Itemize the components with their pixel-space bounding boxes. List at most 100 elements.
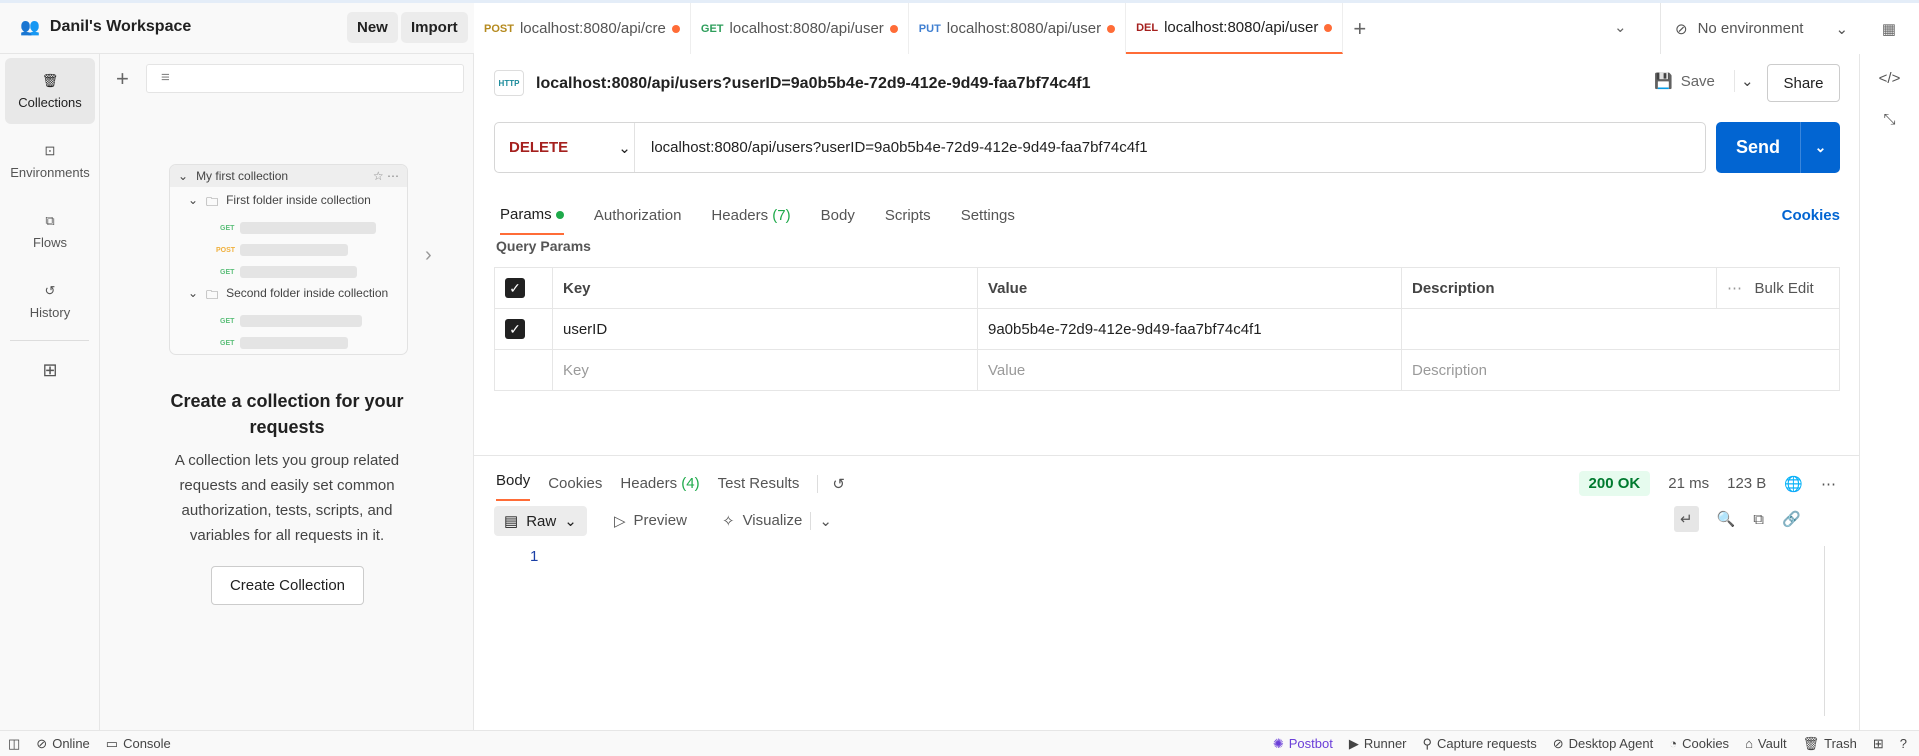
request-tabs-row: Params Authorization Headers (7) Body Sc…: [500, 196, 1840, 235]
add-plus-icon[interactable]: +: [116, 66, 129, 92]
console-button[interactable]: ▭ Console: [106, 736, 171, 752]
save-button[interactable]: 💾 Save: [1654, 72, 1715, 91]
history-icon[interactable]: ↺: [817, 474, 845, 493]
search-icon[interactable]: 🔍: [1717, 510, 1736, 528]
url-input[interactable]: localhost:8080/api/users?userID=9a0b5b4e…: [635, 139, 1148, 156]
send-button[interactable]: Send ⌄: [1716, 122, 1840, 173]
http-icon: HTTP: [494, 70, 524, 96]
scrollbar[interactable]: [1824, 546, 1825, 716]
tab-body[interactable]: Body: [821, 207, 855, 224]
chevron-down-icon: ⌄: [618, 139, 631, 157]
rail-environments[interactable]: ⊡ Environments: [5, 128, 95, 194]
row-checkbox[interactable]: ✓: [505, 319, 525, 339]
new-tab-plus-icon[interactable]: +: [1343, 3, 1376, 54]
bulk-edit-button[interactable]: ⋯ Bulk Edit: [1716, 267, 1840, 309]
filter-input[interactable]: ≡: [146, 64, 464, 93]
tab-settings[interactable]: Settings: [961, 207, 1015, 224]
layout-icon[interactable]: ⊞: [1873, 736, 1884, 752]
new-button[interactable]: New: [347, 12, 398, 43]
flows-icon: ⧉: [45, 212, 55, 228]
nav-rail: 🗑 Collections ⊡ Environments ⧉ Flows ↺ Histo…: [0, 54, 100, 730]
vault-button[interactable]: ⌂ Vault: [1745, 736, 1787, 751]
tab-test-results[interactable]: Test Results: [718, 475, 800, 492]
description-input[interactable]: Description: [1401, 349, 1840, 391]
more-options-icon[interactable]: ⋯: [1821, 475, 1836, 493]
tab-put[interactable]: PUT localhost:8080/api/user: [909, 3, 1127, 54]
save-options-chevron-icon[interactable]: ⌄: [1734, 70, 1760, 92]
sidebar: + ≡ ⌄ My first collection ☆ ⋯ ⌄ 🗀 First fold…: [100, 54, 474, 730]
tab-authorization[interactable]: Authorization: [594, 207, 682, 224]
tab-scripts[interactable]: Scripts: [885, 207, 931, 224]
copy-icon[interactable]: ⧉: [1753, 511, 1764, 528]
tab-response-cookies[interactable]: Cookies: [548, 475, 602, 492]
tab-get[interactable]: GET localhost:8080/api/user: [691, 3, 909, 54]
share-button[interactable]: Share: [1767, 64, 1840, 102]
select-all-checkbox[interactable]: ✓: [505, 278, 525, 298]
online-status[interactable]: ⊘ Online: [36, 736, 89, 752]
tab-delete[interactable]: DEL localhost:8080/api/user: [1126, 3, 1344, 54]
desktop-agent-button[interactable]: ⊘ Desktop Agent: [1553, 736, 1653, 752]
unsaved-dot: [1324, 23, 1333, 32]
save-icon: 💾: [1654, 73, 1673, 90]
send-options-chevron-icon[interactable]: ⌄: [1800, 122, 1840, 173]
users-icon: 👥: [20, 19, 40, 36]
request-name[interactable]: localhost:8080/api/users?userID=9a0b5b4e…: [536, 75, 1091, 93]
runner-button[interactable]: ▶ Runner: [1349, 736, 1407, 752]
capture-requests-button[interactable]: ⚲ Capture requests: [1423, 736, 1537, 752]
related-icon[interactable]: ⤡: [1860, 111, 1919, 128]
tab-headers[interactable]: Headers (7): [711, 207, 790, 224]
divider: [10, 340, 89, 341]
link-icon[interactable]: 🔗: [1782, 510, 1801, 528]
workspace-name[interactable]: 👥 Danil's Workspace: [20, 17, 191, 37]
method-select[interactable]: DELETE ⌄: [495, 123, 635, 172]
param-key[interactable]: userID: [552, 308, 978, 350]
trash-button[interactable]: 🗑 Trash: [1803, 736, 1857, 752]
tabs-dropdown-chevron-icon[interactable]: ⌄: [1614, 18, 1627, 36]
param-description[interactable]: [1401, 308, 1840, 350]
preview-button[interactable]: ▷ Preview: [614, 512, 687, 530]
create-collection-button[interactable]: Create Collection: [211, 566, 364, 605]
empty-state-description: A collection lets you group related requ…: [174, 452, 400, 544]
tab-post[interactable]: POST localhost:8080/api/cre: [474, 3, 691, 54]
add-apps-icon[interactable]: ⊞: [5, 347, 95, 393]
globe-icon[interactable]: 🌐: [1784, 475, 1803, 493]
environment-quick-look-icon[interactable]: ▦: [1859, 3, 1919, 54]
response-time[interactable]: 21 ms: [1668, 475, 1709, 492]
history-icon: ↺: [44, 282, 56, 298]
rail-collections[interactable]: 🗑 Collections: [5, 58, 95, 124]
table-header-row: ✓ Key Value Description ⋯ Bulk Edit: [494, 267, 1840, 309]
rail-flows[interactable]: ⧉ Flows: [5, 198, 95, 264]
rail-history[interactable]: ↺ History: [5, 268, 95, 334]
tab-response-headers[interactable]: Headers (4): [620, 475, 699, 492]
visualize-button[interactable]: ✧ Visualize ⌄: [722, 512, 832, 530]
collections-icon: 🗑: [41, 72, 59, 88]
value-input[interactable]: Value: [977, 349, 1402, 391]
postbot-button[interactable]: ✺ Postbot: [1273, 736, 1333, 752]
response-divider: [474, 455, 1859, 456]
unsaved-dot: [671, 24, 680, 33]
cookies-link[interactable]: Cookies: [1782, 207, 1840, 224]
format-select[interactable]: ▤ Raw ⌄: [494, 506, 587, 536]
raw-icon: ▤: [504, 513, 519, 530]
help-icon[interactable]: ?: [1900, 736, 1907, 751]
tab-params[interactable]: Params: [500, 206, 564, 235]
key-input[interactable]: Key: [552, 349, 978, 391]
cookies-button[interactable]: ◔ Cookies: [1669, 736, 1729, 751]
chevron-down-icon: ⌄: [1835, 20, 1849, 38]
chevron-right-icon[interactable]: ›: [425, 244, 432, 267]
status-bar: ◫ ⊘ Online ▭ Console ✺ Postbot ▶ Runner …: [0, 730, 1919, 756]
response-size[interactable]: 123 B: [1727, 475, 1766, 492]
wrap-lines-icon[interactable]: ↵: [1674, 506, 1699, 532]
param-value[interactable]: 9a0b5b4e-72d9-412e-9d49-faa7bf74c4f1: [977, 308, 1402, 350]
import-button[interactable]: Import: [401, 12, 468, 43]
play-icon: ▷: [614, 513, 626, 530]
environments-icon: ⊡: [44, 142, 56, 158]
toggle-sidebar-icon[interactable]: ◫: [8, 736, 20, 752]
code-icon[interactable]: </>: [1860, 70, 1919, 87]
environment-select[interactable]: ⊘ No environment ⌄: [1660, 3, 1860, 54]
filter-icon: ≡: [161, 69, 170, 86]
visualize-icon: ✧: [722, 513, 735, 530]
status-badge[interactable]: 200 OK: [1578, 471, 1651, 496]
collection-illustration: ⌄ My first collection ☆ ⋯ ⌄ 🗀 First folder i…: [169, 164, 408, 355]
tab-response-body[interactable]: Body: [496, 466, 531, 501]
